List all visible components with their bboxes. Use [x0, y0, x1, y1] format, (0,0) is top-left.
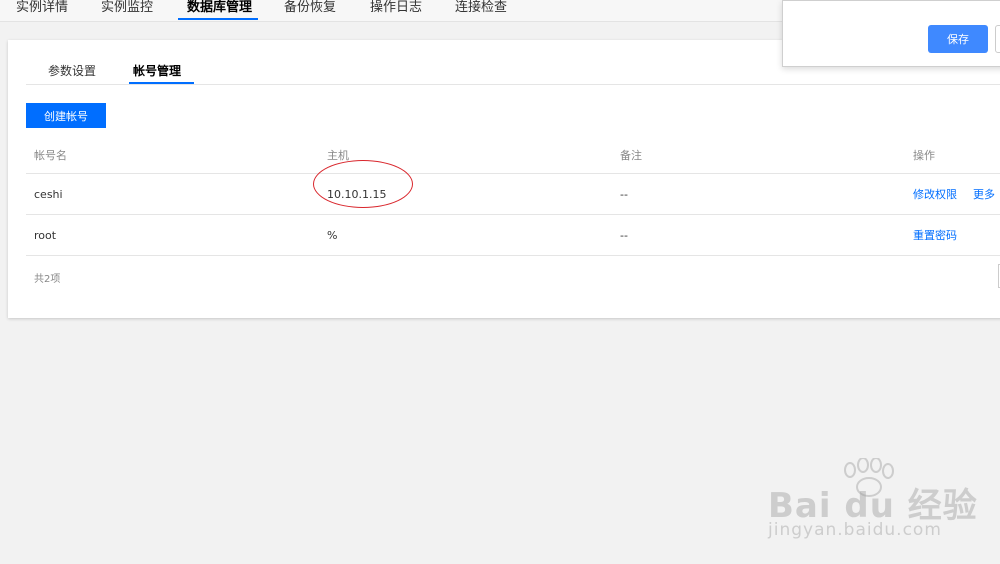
row-actions: 重置密码 — [913, 215, 973, 255]
tab-instance-monitoring[interactable]: 实例监控 — [101, 0, 153, 16]
more-link[interactable]: 更多 — [973, 186, 995, 202]
subtab-account-management[interactable]: 帐号管理 — [133, 62, 181, 79]
column-header-account: 帐号名 — [34, 148, 67, 162]
tab-database-management[interactable]: 数据库管理 — [187, 0, 252, 16]
row-actions: 修改权限 更多 — [913, 174, 1000, 214]
total-count: 共2项 — [34, 274, 61, 285]
account-management-card: 参数设置 帐号管理 创建帐号 帐号名 主机 备注 操作 ceshi 10.10.… — [8, 40, 1000, 318]
tab-instance-details[interactable]: 实例详情 — [16, 0, 68, 16]
column-header-actions: 操作 — [913, 148, 935, 162]
watermark-main: Bai du 经验 — [768, 486, 978, 526]
account-remark: -- — [620, 228, 628, 242]
tab-backup-restore[interactable]: 备份恢复 — [284, 0, 336, 16]
subtab-parameter-settings[interactable]: 参数设置 — [48, 62, 96, 79]
tab-connection-check[interactable]: 连接检查 — [455, 0, 507, 16]
column-header-host: 主机 — [327, 148, 349, 162]
modify-permissions-link[interactable]: 修改权限 — [913, 186, 957, 202]
table-row: root % -- 重置密码 — [26, 215, 1000, 256]
baidu-watermark: Bai du 经验 jingyan.baidu.com — [768, 458, 977, 544]
account-remark: -- — [620, 187, 628, 201]
table-header: 帐号名 主机 备注 操作 — [26, 136, 1000, 174]
account-name: ceshi — [34, 187, 63, 201]
account-host: % — [327, 228, 338, 242]
paw-icon — [844, 458, 894, 497]
cancel-button[interactable] — [995, 25, 1000, 53]
save-button[interactable]: 保存 — [928, 25, 988, 53]
account-name: root — [34, 228, 57, 242]
edit-popup: 保存 — [782, 0, 1000, 67]
table-row: ceshi 10.10.1.15 -- 修改权限 更多 — [26, 174, 1000, 215]
account-table: 帐号名 主机 备注 操作 ceshi 10.10.1.15 -- 修改权限 更多… — [26, 136, 1000, 256]
tab-operation-log[interactable]: 操作日志 — [370, 0, 422, 16]
active-tab-indicator — [178, 18, 258, 20]
create-account-button[interactable]: 创建帐号 — [26, 103, 106, 128]
reset-password-link[interactable]: 重置密码 — [913, 227, 957, 243]
column-header-remark: 备注 — [620, 148, 642, 162]
account-host: 10.10.1.15 — [327, 187, 387, 201]
active-subtab-indicator — [129, 82, 194, 84]
watermark-sub: jingyan.baidu.com — [768, 520, 942, 540]
